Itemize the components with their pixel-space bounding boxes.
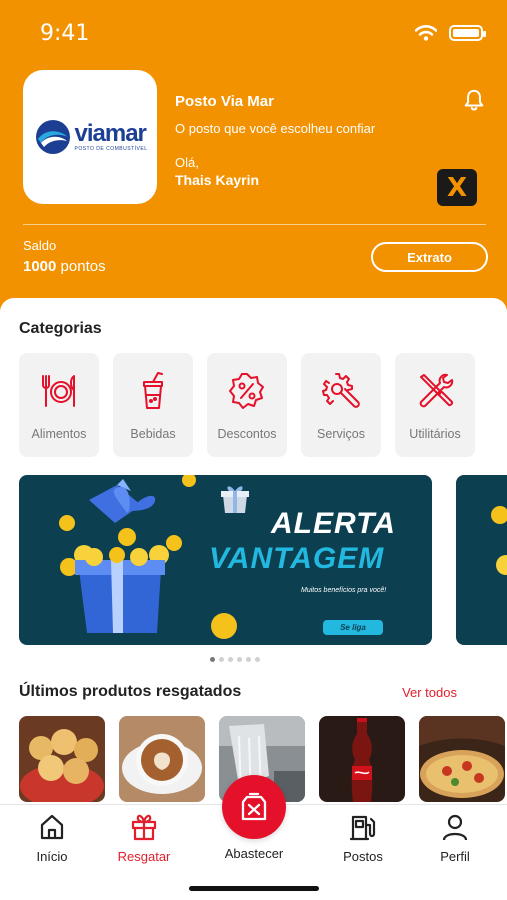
category-label: Serviços xyxy=(317,427,365,441)
promo-banner[interactable]: ALERTA VANTAGEM Muitos benefícios pra vo… xyxy=(19,475,432,645)
category-servicos[interactable]: Serviços xyxy=(301,353,381,457)
banner-cta-button[interactable]: Se liga xyxy=(323,620,383,635)
see-all-link[interactable]: Ver todos xyxy=(402,685,457,700)
home-indicator[interactable] xyxy=(189,886,319,891)
status-icons xyxy=(415,25,486,41)
tab-perfil[interactable]: Perfil xyxy=(415,813,495,864)
banner-title-line1: ALERTA xyxy=(271,507,396,540)
logo-subtitle: POSTO DE COMBUSTÍVEL xyxy=(74,146,148,152)
discount-badge-icon xyxy=(229,373,264,409)
pizza-image xyxy=(419,716,505,802)
small-gift-illustration xyxy=(221,486,249,513)
cheese-bread-image xyxy=(19,716,105,802)
category-label: Utilitários xyxy=(409,427,461,441)
fuel-can-icon xyxy=(241,792,267,821)
product-pizza[interactable] xyxy=(419,716,505,802)
drink-cup-icon xyxy=(143,372,163,409)
product-cappuccino[interactable] xyxy=(119,716,205,802)
recent-products-title: Últimos produtos resgatados xyxy=(19,683,242,700)
tools-icon xyxy=(419,373,454,408)
categories-title: Categorias xyxy=(19,320,102,337)
coca-cola-image xyxy=(319,716,405,802)
station-name: Posto Via Mar xyxy=(175,93,274,110)
balance-amount: 1000 xyxy=(23,258,57,275)
category-utilitarios[interactable]: Utilitários xyxy=(395,353,475,457)
tab-postos[interactable]: Postos xyxy=(323,813,403,864)
gas-station-icon xyxy=(349,815,376,841)
tab-resgatar[interactable]: Resgatar xyxy=(104,813,184,864)
pagination-dot[interactable] xyxy=(255,657,260,662)
pagination-dot[interactable] xyxy=(237,657,242,662)
pagination-dot[interactable] xyxy=(246,657,251,662)
promo-banner-next[interactable] xyxy=(456,475,507,645)
abastecer-button[interactable] xyxy=(222,775,286,839)
statement-button[interactable]: Extrato xyxy=(371,242,488,272)
coin-decoration xyxy=(491,506,507,575)
product-coca-cola[interactable] xyxy=(319,716,405,802)
wifi-icon xyxy=(415,25,437,41)
balance-label: Saldo xyxy=(23,238,57,253)
gift-icon xyxy=(131,814,157,841)
category-label: Bebidas xyxy=(130,427,176,441)
station-logo: viamar POSTO DE COMBUSTÍVEL xyxy=(23,70,157,204)
home-icon xyxy=(40,814,64,840)
user-icon xyxy=(442,814,468,841)
pagination-dot[interactable] xyxy=(219,657,224,662)
product-pao-de-queijo[interactable] xyxy=(19,716,105,802)
category-label: Alimentos xyxy=(31,427,87,441)
pagination-dot[interactable] xyxy=(228,657,233,662)
pagination-dot[interactable] xyxy=(210,657,215,662)
balance-value: 1000 pontos xyxy=(23,258,106,275)
tab-label: Postos xyxy=(343,849,383,864)
greeting: Olá, xyxy=(175,155,199,170)
cappuccino-image xyxy=(119,716,205,802)
header-divider xyxy=(23,224,486,225)
tab-abastecer-label[interactable]: Abastecer xyxy=(209,846,299,861)
banner-subtitle: Muitos benefícios pra você! xyxy=(301,587,387,594)
carousel-pagination xyxy=(210,657,260,662)
tab-label: Perfil xyxy=(440,849,470,864)
category-label: Descontos xyxy=(217,427,277,441)
banner-title-line2: VANTAGEM xyxy=(209,542,385,575)
tab-label: Resgatar xyxy=(117,849,171,864)
category-descontos[interactable]: Descontos xyxy=(207,353,287,457)
partner-badge[interactable]: X xyxy=(437,169,477,206)
tab-inicio[interactable]: Início xyxy=(12,813,92,864)
categories-list: Alimentos Bebidas Descontos Serviços Uti… xyxy=(19,353,475,457)
wrench-gear-icon xyxy=(322,373,360,408)
category-bebidas[interactable]: Bebidas xyxy=(113,353,193,457)
logo-brand-text: viamar xyxy=(74,120,147,147)
tab-label: Início xyxy=(36,849,68,864)
gift-box-illustration xyxy=(59,475,196,633)
bell-icon[interactable] xyxy=(463,88,485,112)
user-name: Thais Kayrin xyxy=(175,172,260,188)
category-alimentos[interactable]: Alimentos xyxy=(19,353,99,457)
status-time: 9:41 xyxy=(40,20,90,46)
battery-icon xyxy=(449,25,486,41)
station-tagline: O posto que você escolheu confiar xyxy=(175,121,376,136)
utensils-icon xyxy=(42,375,75,407)
status-bar: 9:41 xyxy=(40,18,486,48)
balance-unit: pontos xyxy=(60,258,106,275)
coin-decoration xyxy=(211,613,237,639)
partner-badge-letter: X xyxy=(446,172,468,203)
header: 9:41 viamar POSTO DE COMBUSTÍVEL Posto V… xyxy=(0,0,507,310)
viamar-wave-icon xyxy=(35,120,70,154)
